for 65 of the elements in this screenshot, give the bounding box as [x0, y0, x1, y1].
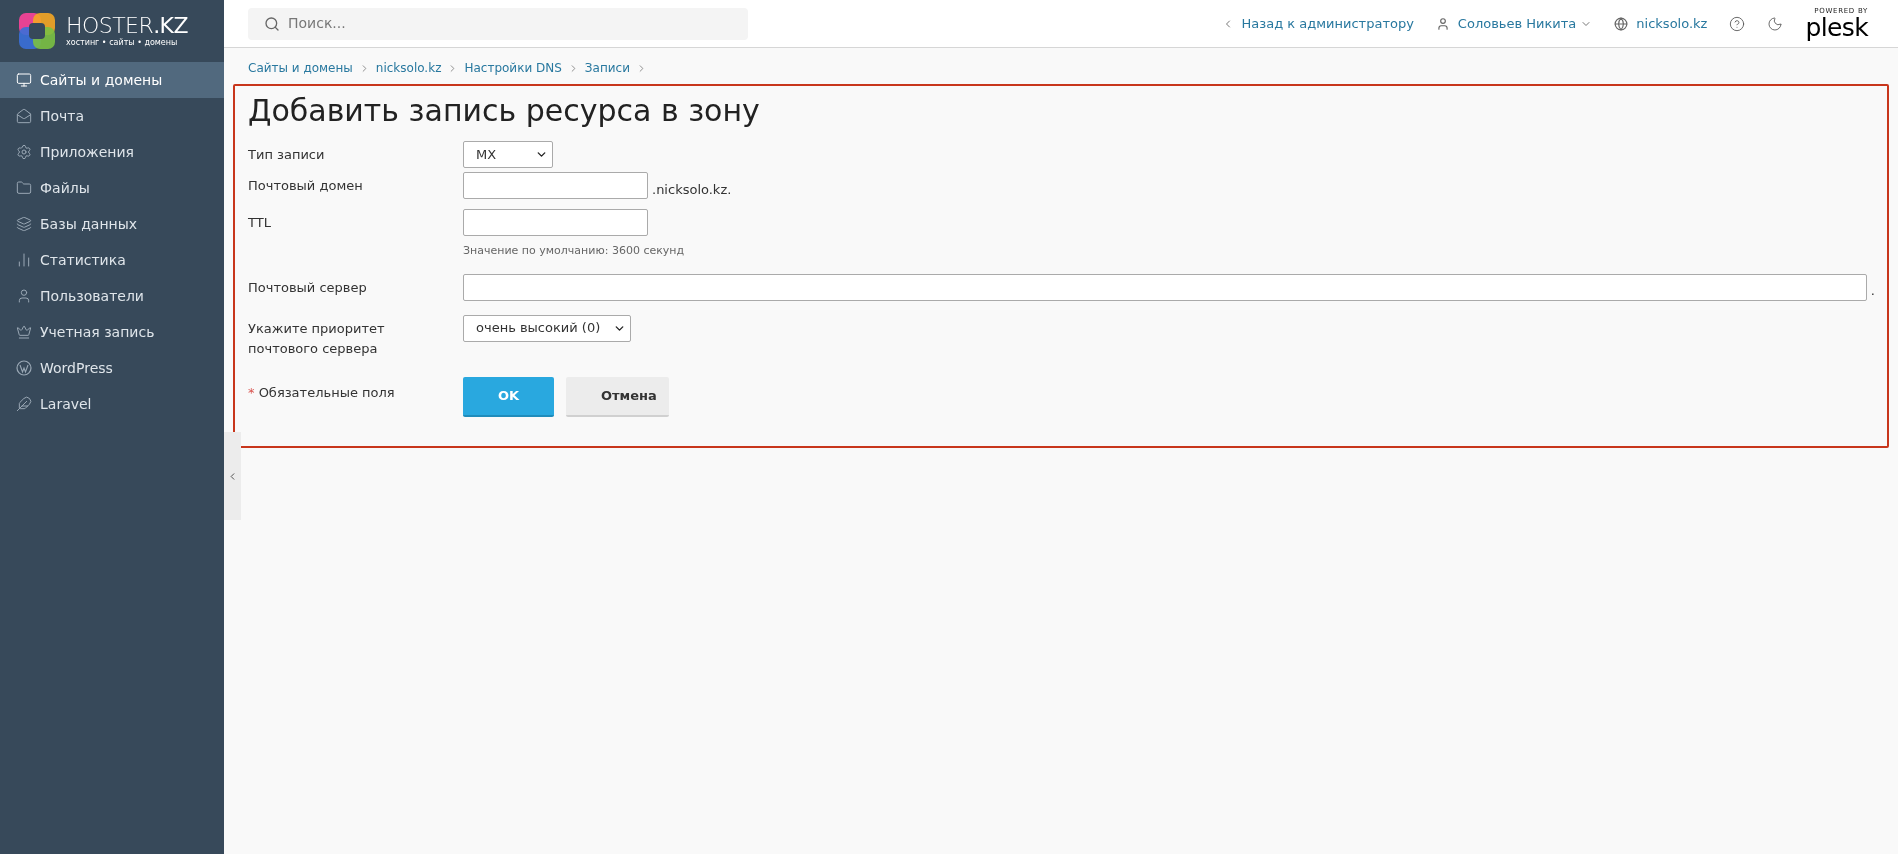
- sidebar-item[interactable]: Пользователи: [0, 278, 224, 314]
- leaf-icon: [16, 396, 32, 412]
- crown-icon: [16, 324, 32, 340]
- logo-tagline: хостинг • сайты • домены: [66, 39, 179, 47]
- breadcrumb-link[interactable]: Записи: [584, 59, 630, 77]
- sidebar-item[interactable]: Файлы: [0, 170, 224, 206]
- monitor-icon: [16, 72, 32, 88]
- logo-text: HOSTER.KZ: [66, 15, 188, 37]
- logo-icon: [16, 10, 58, 52]
- layers-icon: [16, 216, 32, 232]
- sidebar-item-label: Файлы: [40, 178, 90, 198]
- required-note: * Обязательные поля: [248, 383, 396, 402]
- cancel-button[interactable]: Отмена: [566, 376, 669, 417]
- breadcrumb-link[interactable]: Настройки DNS: [464, 59, 562, 77]
- sidebar-item-label: Приложения: [40, 142, 134, 162]
- sidebar-item-label: Пользователи: [40, 286, 144, 306]
- user-icon: [16, 288, 32, 304]
- domain-link[interactable]: nicksolo.kz: [1614, 13, 1708, 34]
- globe-icon: [1614, 16, 1629, 31]
- search-field[interactable]: Поиск...: [248, 7, 748, 40]
- field-suffix: .: [1870, 282, 1875, 300]
- field-label: TTL: [248, 214, 272, 232]
- sidebar-item[interactable]: Статистика: [0, 242, 224, 278]
- folder-icon: [16, 180, 32, 196]
- user-icon: [1435, 16, 1450, 31]
- sidebar-item[interactable]: WordPress: [0, 350, 224, 386]
- sidebar-item[interactable]: Приложения: [0, 134, 224, 170]
- field-label: Укажите приоритет почтового сервера: [248, 319, 386, 358]
- sidebar-item[interactable]: Laravel: [0, 386, 224, 422]
- text-field[interactable]: [463, 273, 1867, 301]
- sidebar-item-label: Базы данных: [40, 214, 138, 234]
- help-icon[interactable]: [1729, 15, 1746, 32]
- search-icon: [264, 15, 280, 32]
- field-suffix: .nicksolo.kz.: [652, 180, 732, 199]
- back-link[interactable]: Назад к администратору: [1221, 13, 1414, 34]
- sidebar-item[interactable]: Базы данных: [0, 206, 224, 242]
- user-menu[interactable]: Соловьев Никита: [1435, 13, 1593, 34]
- search-input[interactable]: Поиск...: [288, 13, 732, 34]
- envelope-icon: [16, 108, 32, 124]
- text-field[interactable]: [463, 172, 648, 199]
- bar-chart-icon: [16, 252, 32, 268]
- sidebar-item[interactable]: Почта: [0, 98, 224, 134]
- field-label: Почтовый сервер: [248, 278, 368, 297]
- sidebar-item[interactable]: Сайты и домены: [0, 62, 224, 98]
- sidebar-item-label: WordPress: [40, 358, 113, 378]
- moon-icon[interactable]: [1767, 15, 1784, 32]
- breadcrumb-link[interactable]: nicksolo.kz: [375, 59, 442, 77]
- sidebar-item[interactable]: Учетная запись: [0, 314, 224, 350]
- plesk-logo: plesk: [1805, 14, 1868, 40]
- sidebar-item-label: Статистика: [40, 250, 126, 270]
- sidebar-item-label: Сайты и домены: [40, 70, 163, 90]
- dropdown[interactable]: MX: [463, 141, 553, 168]
- wordpress-icon: [16, 360, 32, 376]
- dropdown[interactable]: очень высокий (0): [463, 314, 631, 342]
- breadcrumb-link[interactable]: Сайты и домены: [248, 59, 353, 77]
- field-hint: Значение по умолчанию: 3600 секунд: [463, 243, 686, 259]
- sidebar-collapse-handle[interactable]: [224, 432, 241, 520]
- sidebar-item-label: Учетная запись: [40, 322, 155, 342]
- page-title: Добавить запись ресурса в зону: [248, 92, 761, 130]
- sidebar-item-label: Почта: [40, 106, 85, 126]
- field-label: Тип записи: [248, 146, 326, 164]
- field-label: Почтовый домен: [248, 177, 364, 195]
- gear-icon: [16, 144, 32, 160]
- text-field[interactable]: [463, 209, 648, 236]
- sidebar-item-label: Laravel: [40, 394, 92, 414]
